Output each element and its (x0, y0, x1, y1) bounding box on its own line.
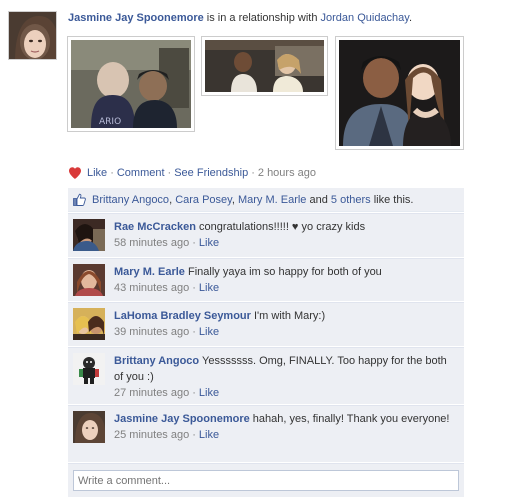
commenter-name[interactable]: Rae McCracken (114, 221, 196, 233)
commenter-name[interactable]: Mary M. Earle (114, 266, 185, 278)
feedback-box: Brittany Angoco, Cara Posey, Mary M. Ear… (68, 188, 464, 497)
story-headline: Jasmine Jay Spoonemore is in a relations… (68, 11, 412, 25)
likes-others-link[interactable]: 5 others (331, 194, 371, 206)
thumbs-up-icon (73, 193, 86, 206)
author-avatar[interactable] (8, 11, 57, 60)
comment-timestamp: 25 minutes ago (114, 429, 190, 441)
comment-text: congratulations!!!!! ♥ yo crazy kids (195, 221, 366, 233)
comment-text: hahah, yes, finally! Thank you everyone! (249, 413, 450, 425)
comment-item: Jasmine Jay Spoonemore hahah, yes, final… (68, 405, 464, 462)
comment-like-link[interactable]: Like (199, 326, 219, 338)
comment-timestamp: 39 minutes ago (114, 326, 190, 338)
comment-like-link[interactable]: Like (199, 282, 219, 294)
commenter-name[interactable]: Brittany Angoco (114, 355, 199, 367)
separator-dot: · (192, 429, 196, 441)
liker-link[interactable]: Cara Posey (175, 194, 232, 206)
likes-summary: Brittany Angoco, Cara Posey, Mary M. Ear… (68, 188, 464, 212)
liker-link[interactable]: Mary M. Earle (238, 194, 306, 206)
separator-dot: · (192, 282, 196, 294)
comment-like-link[interactable]: Like (199, 387, 219, 399)
commenter-name[interactable]: LaHoma Bradley Seymour (114, 310, 251, 322)
photo-2[interactable] (201, 36, 328, 96)
like-link[interactable]: Like (87, 166, 107, 180)
comment-link[interactable]: Comment (117, 166, 165, 180)
write-comment-input[interactable] (73, 470, 459, 491)
story-actor-link[interactable]: Jasmine Jay Spoonemore (68, 12, 204, 24)
comment-composer (68, 463, 464, 497)
comment-like-link[interactable]: Like (199, 429, 219, 441)
likes-and: and (306, 193, 331, 206)
separator-dot: · (192, 237, 196, 249)
separator-dot: · (251, 167, 255, 179)
heart-icon (69, 167, 81, 179)
commenter-avatar[interactable] (73, 411, 105, 443)
commenter-avatar[interactable] (73, 353, 105, 385)
commenter-avatar[interactable] (73, 219, 105, 251)
comment-item: Mary M. Earle Finally yaya im so happy f… (68, 258, 464, 301)
comment-timestamp: 27 minutes ago (114, 387, 190, 399)
photo-1[interactable]: ARIO (67, 36, 195, 132)
comment-item: Brittany Angoco Yesssssss. Omg, FINALLY.… (68, 347, 464, 404)
separator-dot: · (192, 387, 196, 399)
story-end: . (408, 12, 413, 24)
comment-text: I'm with Mary:) (250, 310, 326, 322)
commenter-name[interactable]: Jasmine Jay Spoonemore (114, 413, 250, 425)
comment-timestamp: 58 minutes ago (114, 237, 190, 249)
comment-text: Finally yaya im so happy for both of you (184, 266, 382, 278)
separator-dot: · (110, 167, 114, 179)
story-timestamp: 2 hours ago (257, 167, 316, 179)
see-friendship-link[interactable]: See Friendship (174, 166, 248, 180)
story-verb: is in a relationship with (203, 12, 321, 24)
comment-timestamp: 43 minutes ago (114, 282, 190, 294)
comment-item: LaHoma Bradley Seymour I'm with Mary:) 3… (68, 302, 464, 346)
story-actions: Like · Comment · See Friendship · 2 hour… (68, 166, 316, 180)
photo-3[interactable] (335, 36, 464, 150)
separator-dot: · (167, 167, 172, 179)
commenter-avatar[interactable] (73, 308, 105, 340)
comment-item: Rae McCracken congratulations!!!!! ♥ yo … (68, 213, 464, 257)
likes-suffix: like this. (370, 193, 414, 206)
separator-dot: · (192, 326, 196, 338)
liker-link[interactable]: Brittany Angoco (92, 194, 169, 206)
commenter-avatar[interactable] (73, 264, 105, 296)
comment-like-link[interactable]: Like (199, 237, 219, 249)
svg-text:ARIO: ARIO (99, 117, 121, 127)
story-partner-link[interactable]: Jordan Quidachay (321, 12, 409, 24)
